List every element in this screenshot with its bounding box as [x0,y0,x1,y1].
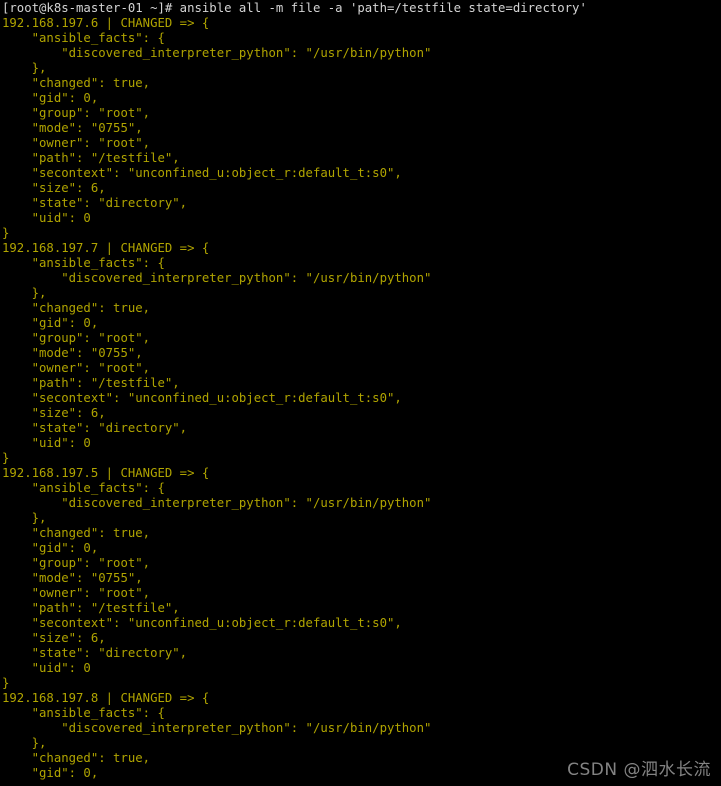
terminal-output-line: }, [2,511,47,525]
terminal-output-line: "mode": "0755", [2,121,143,135]
terminal-output-line: "uid": 0 [2,211,91,225]
terminal-prompt-line: [root@k8s-master-01 ~]# ansible all -m f… [2,1,587,15]
terminal-output-area[interactable]: [root@k8s-master-01 ~]# ansible all -m f… [2,1,719,781]
terminal-output-line: }, [2,61,47,75]
terminal-output-line: "secontext": "unconfined_u:object_r:defa… [2,616,402,630]
terminal-output-line: "path": "/testfile", [2,151,180,165]
terminal-output-line: "state": "directory", [2,421,188,435]
terminal-output-line: "changed": true, [2,526,151,540]
terminal-output-line: "discovered_interpreter_python": "/usr/b… [2,271,432,285]
terminal-output-line: "gid": 0, [2,91,99,105]
terminal-output-line: "discovered_interpreter_python": "/usr/b… [2,46,432,60]
terminal-output-line: "group": "root", [2,106,151,120]
terminal-output-line: "size": 6, [2,631,106,645]
terminal-output-line: "ansible_facts": { [2,706,165,720]
terminal-output-line: }, [2,286,47,300]
terminal-output-line: "size": 6, [2,406,106,420]
terminal-output-line: "ansible_facts": { [2,31,165,45]
terminal-output-line: "secontext": "unconfined_u:object_r:defa… [2,166,402,180]
terminal-output-line: } [2,676,10,690]
terminal-output-line: "mode": "0755", [2,346,143,360]
terminal-output-line: "group": "root", [2,331,151,345]
terminal-output-line: "gid": 0, [2,316,99,330]
terminal-output-line: "owner": "root", [2,136,151,150]
terminal-output-line: "state": "directory", [2,646,188,660]
terminal-output-line: "size": 6, [2,181,106,195]
terminal-output-line: "secontext": "unconfined_u:object_r:defa… [2,391,402,405]
terminal-output-line: 192.168.197.5 | CHANGED => { [2,466,210,480]
terminal-output-line: "uid": 0 [2,661,91,675]
terminal-output-line: "owner": "root", [2,361,151,375]
terminal-output-line: 192.168.197.7 | CHANGED => { [2,241,210,255]
terminal-output-line: } [2,451,10,465]
terminal-output-line: "changed": true, [2,76,151,90]
terminal-output-line: "discovered_interpreter_python": "/usr/b… [2,496,432,510]
terminal-output-line: "mode": "0755", [2,571,143,585]
terminal-output-line: "discovered_interpreter_python": "/usr/b… [2,721,432,735]
terminal-window[interactable]: [root@k8s-master-01 ~]# ansible all -m f… [0,0,721,786]
terminal-output-line: "changed": true, [2,301,151,315]
terminal-output-line: }, [2,736,47,750]
terminal-output-line: "group": "root", [2,556,151,570]
terminal-output-line: "path": "/testfile", [2,601,180,615]
terminal-output-line: } [2,226,10,240]
terminal-output-line: "uid": 0 [2,436,91,450]
terminal-output-line: "state": "directory", [2,196,188,210]
terminal-output-line: "gid": 0, [2,541,99,555]
terminal-output-line: "path": "/testfile", [2,376,180,390]
terminal-output-line: "owner": "root", [2,586,151,600]
terminal-output-line: "ansible_facts": { [2,256,165,270]
terminal-output-line: 192.168.197.6 | CHANGED => { [2,16,210,30]
csdn-watermark: CSDN @泗水长流 [567,760,711,780]
terminal-output-line: 192.168.197.8 | CHANGED => { [2,691,210,705]
terminal-output-line: "ansible_facts": { [2,481,165,495]
